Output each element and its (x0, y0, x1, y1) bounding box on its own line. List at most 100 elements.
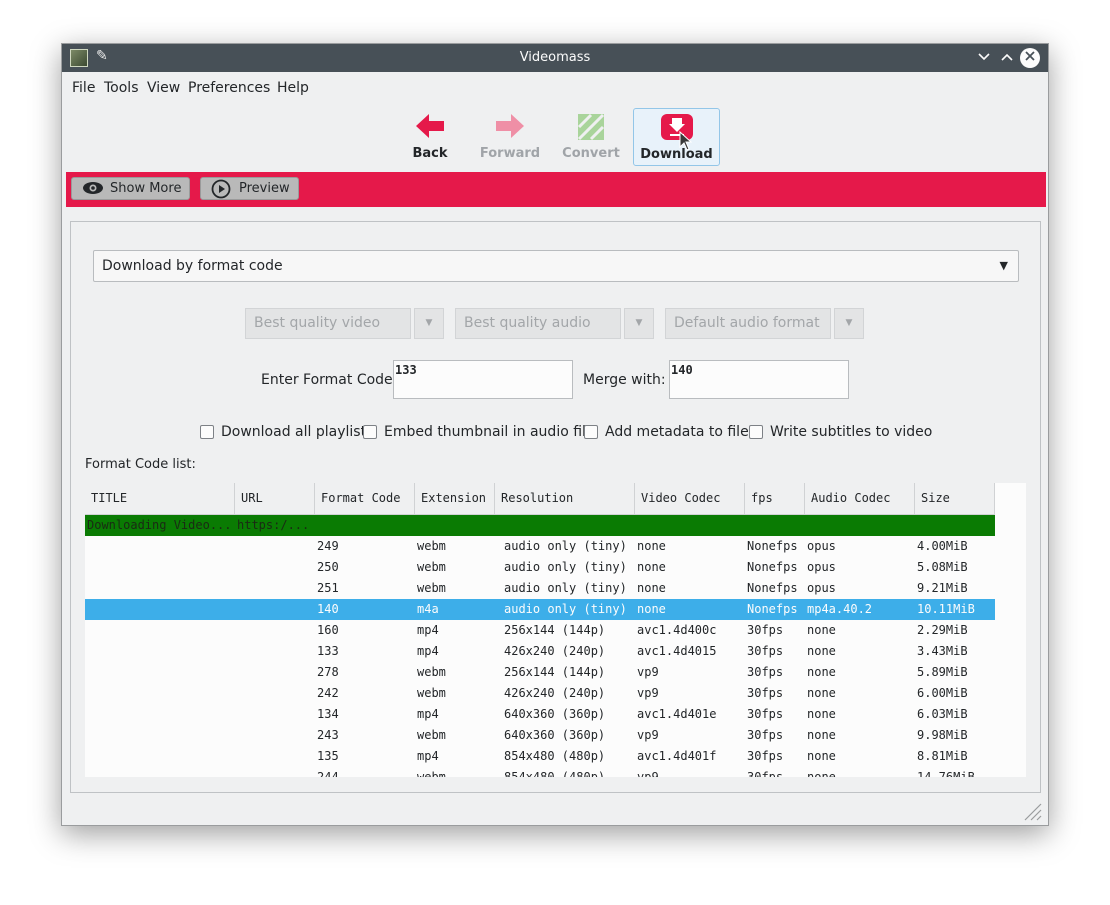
merge-with-label: Merge with: (583, 372, 666, 388)
cell-format-code: 133 (317, 644, 339, 658)
cell-audio-codec: opus (807, 581, 836, 595)
cell-size: 10.11MiB (917, 602, 975, 616)
maximize-icon[interactable] (996, 47, 1018, 69)
forward-arrow-icon (496, 114, 524, 138)
format-code-list[interactable]: TITLE URL Format Code Extension Resolution Vi… (85, 483, 1026, 777)
download-label: Download (640, 147, 713, 162)
play-icon (211, 179, 231, 199)
audio-quality-select[interactable]: Best quality audio (455, 308, 621, 339)
header-col-video-codec[interactable]: Video Codec (635, 483, 745, 514)
cell-audio-codec: mp4a.40.2 (807, 602, 873, 616)
table-row-selected[interactable]: 140 m4a audio only (tiny) none Nonefps mp4a.4… (85, 599, 995, 620)
menu-tools[interactable]: Tools (104, 80, 139, 96)
menu-help[interactable]: Help (277, 80, 309, 96)
cell-size: 4.00MiB (917, 539, 968, 553)
cell-video-codec: none (637, 602, 666, 616)
convert-label: Convert (562, 146, 620, 161)
cell-audio-codec: opus (807, 539, 836, 553)
cell-fps: 30fps (747, 728, 784, 742)
back-label: Back (412, 146, 448, 161)
chevron-down-icon: ▼ (999, 259, 1008, 272)
header-col-audio-codec[interactable]: Audio Codec (805, 483, 915, 514)
table-row[interactable]: 135 mp4 854x480 (480p) avc1.4d401f 30fps none… (85, 746, 995, 767)
header-col-format-code[interactable]: Format Code (315, 483, 415, 514)
table-row[interactable]: 133 mp4 426x240 (240p) avc1.4d4015 30fps none… (85, 641, 995, 662)
cell-video-codec: avc1.4d4015 (637, 644, 717, 658)
cell-fps: Nonefps (747, 581, 798, 595)
table-row[interactable]: 242 webm 426x240 (240p) vp9 30fps none 6.00MiB (85, 683, 995, 704)
header-col-fps[interactable]: fps (745, 483, 805, 514)
cell-fps: 30fps (747, 749, 784, 763)
table-row[interactable]: 244 webm 854x480 (480p) vp9 30fps none 14.76Mi… (85, 767, 995, 777)
back-button[interactable]: Back (400, 108, 460, 166)
cell-video-codec: none (637, 539, 666, 553)
show-more-button[interactable]: Show More (71, 177, 190, 200)
main-panel: Download by format code ▼ Best quality v… (70, 221, 1041, 793)
cell-size: 9.21MiB (917, 581, 968, 595)
header-col-extension[interactable]: Extension (415, 483, 495, 514)
title-bar: ✎ Videomass (62, 44, 1048, 72)
cell-extension: webm (417, 539, 446, 553)
checkbox-box (363, 425, 377, 439)
header-col-size[interactable]: Size (915, 483, 995, 514)
cell-video-codec: avc1.4d401e (637, 707, 717, 721)
downloading-row[interactable]: Downloading Video... https:/... (85, 515, 995, 536)
table-row[interactable]: 251 webm audio only (tiny) none Nonefps opus 9… (85, 578, 995, 599)
cell-audio-codec: none (807, 707, 836, 721)
cell-video-codec: avc1.4d401f (637, 749, 717, 763)
menu-file[interactable]: File (72, 80, 95, 96)
cell-resolution: audio only (tiny) (504, 560, 627, 574)
cell-video-codec: none (637, 581, 666, 595)
resize-grip-icon[interactable] (1022, 801, 1042, 821)
cell-audio-codec: none (807, 623, 836, 637)
table-row[interactable]: 134 mp4 640x360 (360p) avc1.4d401e 30fps none… (85, 704, 995, 725)
embed-thumbnail-label: Embed thumbnail in audio file (384, 424, 595, 440)
header-col-url[interactable]: URL (235, 483, 315, 514)
window-title: Videomass (519, 50, 591, 65)
cell-format-code: 160 (317, 623, 339, 637)
cell-video-codec: vp9 (637, 665, 659, 679)
write-subtitles-label: Write subtitles to video (770, 424, 933, 440)
minimize-icon[interactable] (973, 47, 995, 69)
table-row[interactable]: 250 webm audio only (tiny) none Nonefps opus 5… (85, 557, 995, 578)
back-arrow-icon (416, 114, 444, 138)
header-col-title[interactable]: TITLE (85, 483, 235, 514)
cell-extension: mp4 (417, 707, 439, 721)
audio-format-dropdown-icon[interactable]: ▼ (834, 308, 864, 339)
cell-format-code: 249 (317, 539, 339, 553)
format-code-label: Enter Format Code: (261, 372, 398, 388)
cell-audio-codec: none (807, 686, 836, 700)
cell-video-codec: avc1.4d400c (637, 623, 717, 637)
audio-quality-dropdown-icon[interactable]: ▼ (624, 308, 654, 339)
preview-button[interactable]: Preview (200, 177, 299, 200)
download-button[interactable]: Download (633, 108, 720, 166)
table-row[interactable]: 243 webm 640x360 (360p) vp9 30fps none 9.98MiB (85, 725, 995, 746)
cell-size: 6.03MiB (917, 707, 968, 721)
format-code-input[interactable]: 133 (393, 360, 573, 399)
cell-extension: webm (417, 770, 446, 777)
cell-size: 5.08MiB (917, 560, 968, 574)
cell-format-code: 134 (317, 707, 339, 721)
menu-view[interactable]: View (147, 80, 180, 96)
show-more-label: Show More (110, 181, 182, 196)
audio-format-select[interactable]: Default audio format (665, 308, 831, 339)
forward-button[interactable]: Forward (477, 108, 543, 166)
cell-fps: 30fps (747, 686, 784, 700)
cell-video-codec: vp9 (637, 686, 659, 700)
cell-audio-codec: none (807, 728, 836, 742)
download-playlist-label: Download all playlist (221, 424, 367, 440)
table-row[interactable]: 249 webm audio only (tiny) none Nonefps opus 4… (85, 536, 995, 557)
convert-button[interactable]: Convert (559, 108, 623, 166)
download-mode-select[interactable]: Download by format code ▼ (93, 250, 1019, 282)
video-quality-select[interactable]: Best quality video (245, 308, 411, 339)
header-col-resolution[interactable]: Resolution (495, 483, 635, 514)
menu-preferences[interactable]: Preferences (188, 80, 270, 96)
table-row[interactable]: 278 webm 256x144 (144p) vp9 30fps none 5.89MiB (85, 662, 995, 683)
cell-format-code: 135 (317, 749, 339, 763)
cell-extension: webm (417, 686, 446, 700)
close-icon[interactable] (1020, 48, 1040, 68)
table-row[interactable]: 160 mp4 256x144 (144p) avc1.4d400c 30fps none… (85, 620, 995, 641)
merge-with-input[interactable]: 140 (669, 360, 849, 399)
eye-icon (83, 182, 103, 194)
video-quality-dropdown-icon[interactable]: ▼ (414, 308, 444, 339)
